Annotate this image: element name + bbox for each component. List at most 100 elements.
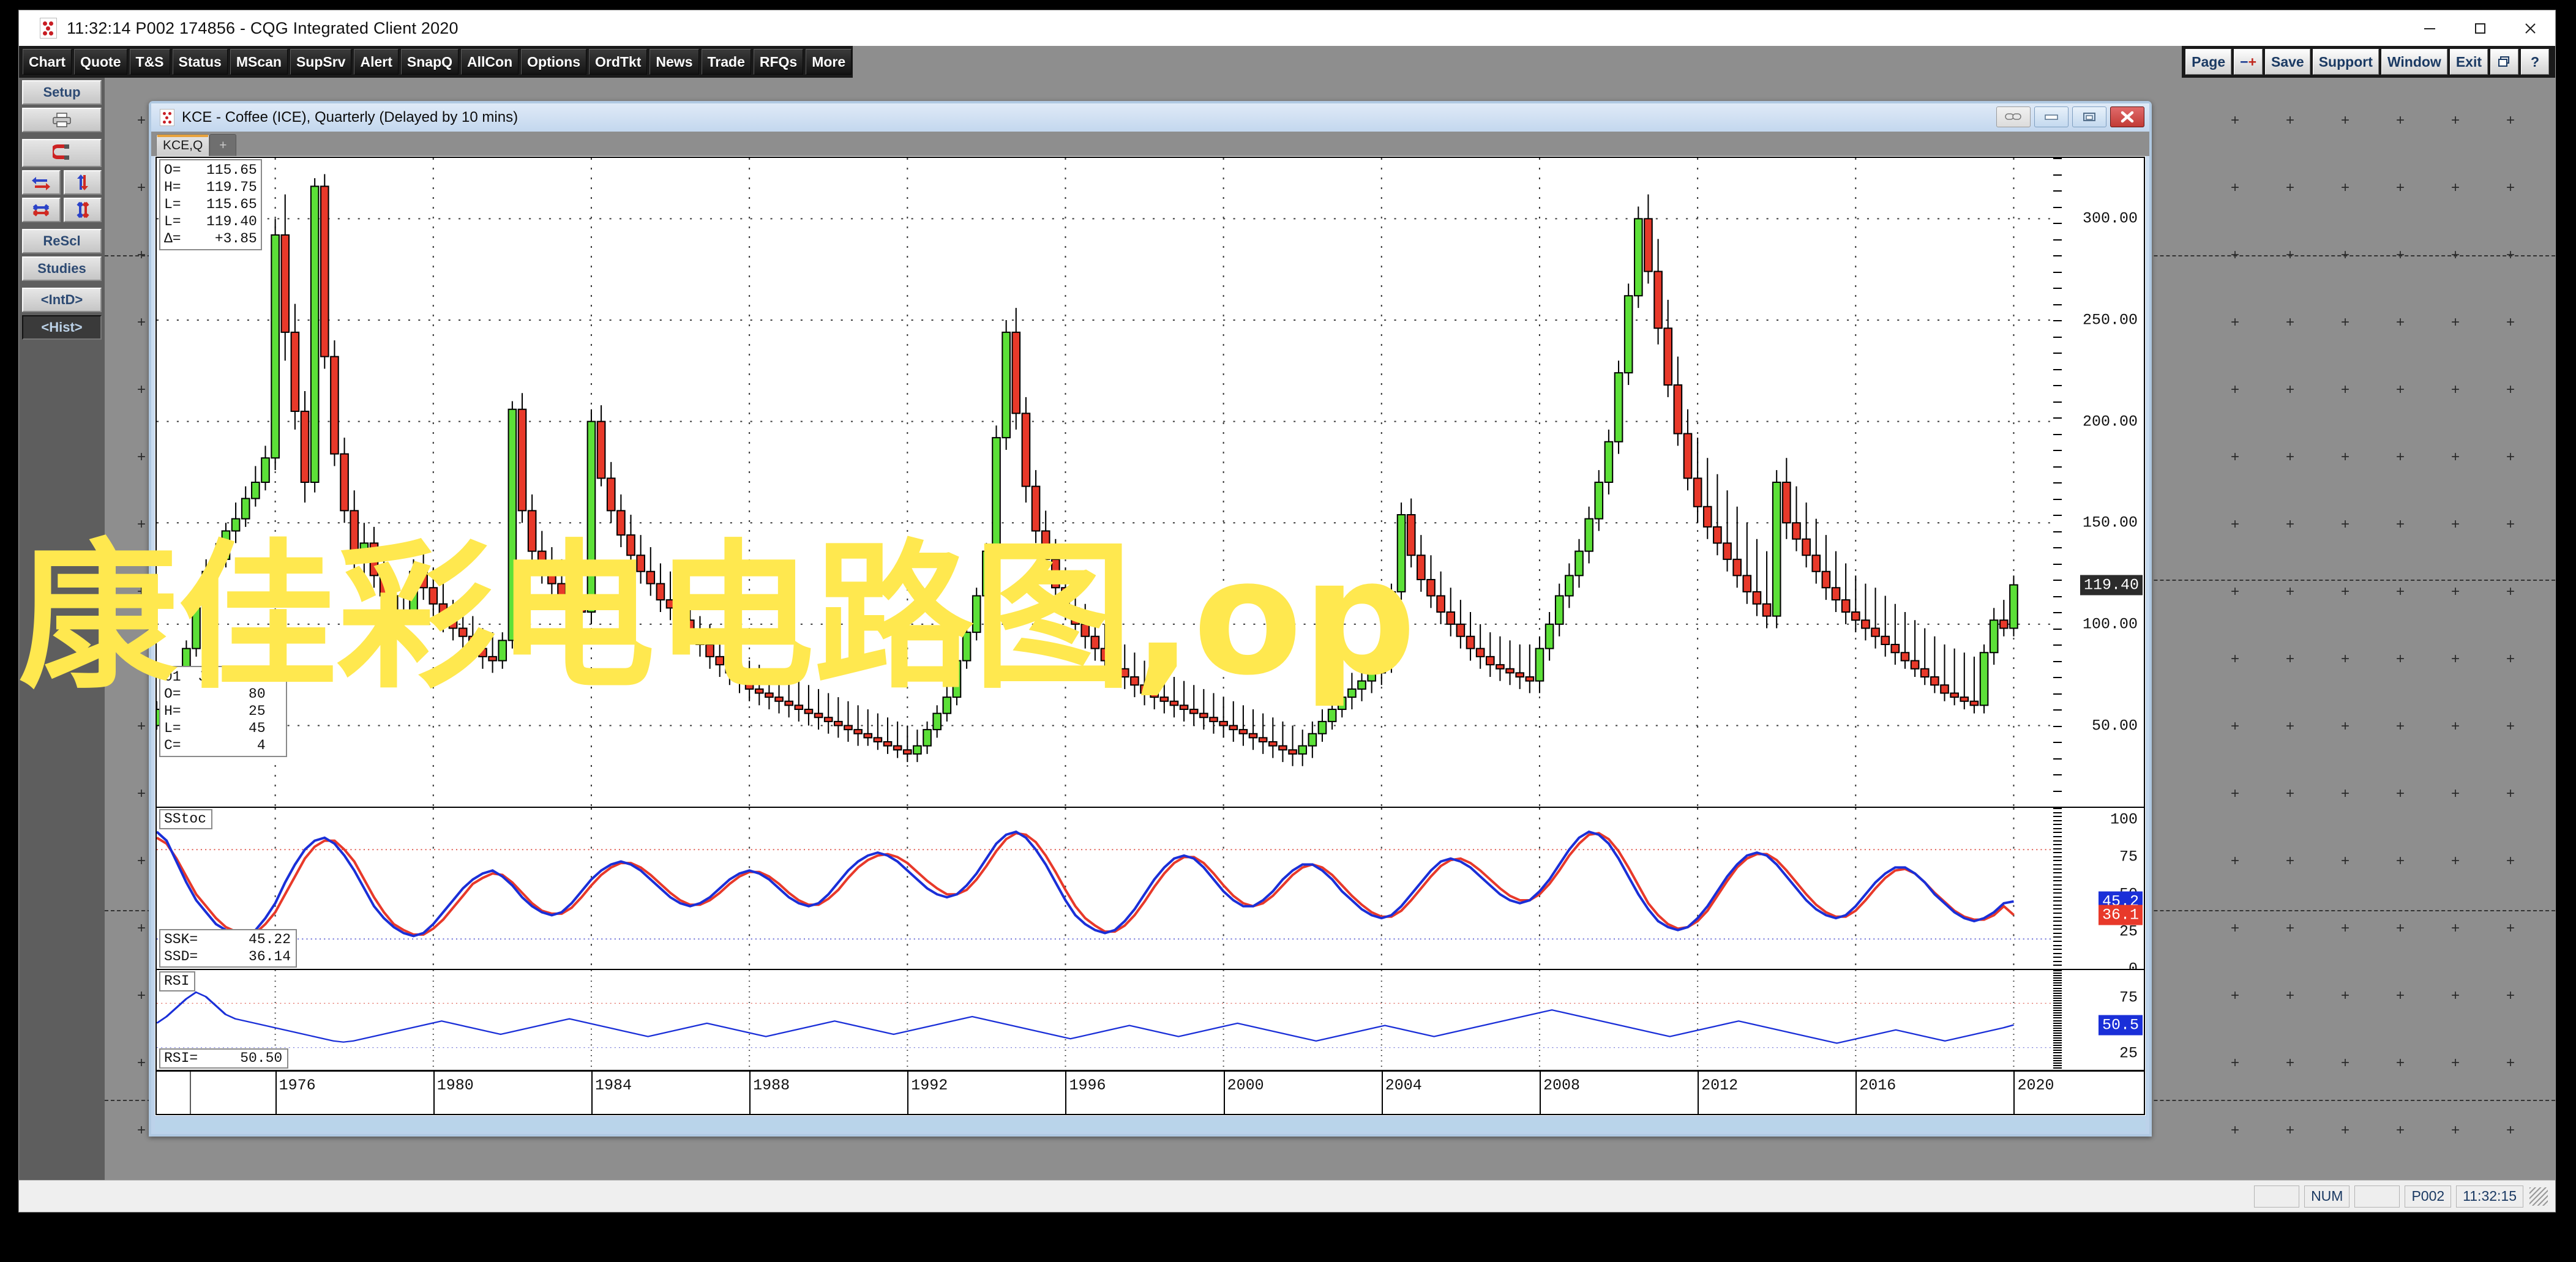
workspace-grid-mark: + xyxy=(2506,920,2515,936)
sidebar-item-shift-vertical[interactable] xyxy=(63,170,102,195)
toolbar-button-alert[interactable]: Alert xyxy=(354,49,399,75)
workspace-grid-mark: + xyxy=(2230,651,2240,667)
workspace-grid-mark: + xyxy=(2285,651,2295,667)
sidebar-item-rescale[interactable]: ReScl xyxy=(22,229,102,253)
y-axis-tick xyxy=(2053,888,2062,890)
chart-horizontal-scrollbar[interactable] xyxy=(155,1119,2146,1132)
maximize-icon[interactable] xyxy=(2455,10,2505,46)
workspace-grid-mark: + xyxy=(2395,1055,2405,1071)
workspace-grid-mark: + xyxy=(2340,583,2350,600)
toolbar-button-rfqs[interactable]: RFQs xyxy=(753,49,804,75)
x-axis-label: 2004 xyxy=(1385,1076,1422,1094)
y-axis-tick xyxy=(2053,892,2062,894)
toolbar-button-allcon[interactable]: AllCon xyxy=(461,49,519,75)
stochastic-line-chart xyxy=(157,808,2053,969)
minimize-icon[interactable] xyxy=(2405,10,2455,46)
y-axis-tick xyxy=(2053,852,2062,854)
price-y-axis[interactable]: 50.00 100.00 150.00 200.00 250.00 300.00 119.4… xyxy=(2053,158,2144,808)
close-icon[interactable] xyxy=(2110,106,2144,127)
workspace-grid-mark: + xyxy=(137,785,146,802)
y-axis-tick xyxy=(2053,960,2062,962)
toolbar-button-support[interactable]: Support xyxy=(2312,49,2379,75)
chart-window-buttons xyxy=(1996,106,2144,127)
chart-tool-sidebar: Setup ReScl Studies <IntD> <Hist> xyxy=(19,78,105,1180)
sidebar-item-intraday[interactable]: <IntD> xyxy=(22,288,102,312)
toolbar-button-help-icon[interactable]: ? xyxy=(2521,49,2549,75)
stochastic-y-axis[interactable]: 025507510045.236.1 xyxy=(2053,807,2144,978)
y-axis-tick xyxy=(2053,824,2062,826)
chart-window-title-bar[interactable]: KCE - Coffee (ICE), Quarterly (Delayed b… xyxy=(151,103,2149,132)
workspace-grid-mark: + xyxy=(2451,1122,2460,1138)
y-axis-tick xyxy=(2053,482,2062,484)
sidebar-item-setup[interactable]: Setup xyxy=(22,80,102,105)
sidebar-item-studies[interactable]: Studies xyxy=(22,256,102,281)
toolbar-button-t-s[interactable]: T&S xyxy=(129,49,170,75)
y-axis-tick xyxy=(2053,944,2062,946)
y-axis-tick xyxy=(2053,982,2062,984)
toolbar-button-supsrv[interactable]: SupSrv xyxy=(290,49,352,75)
toolbar-button-page-step[interactable]: − + xyxy=(2234,49,2263,75)
rsi-pane[interactable]: RSI RSI= 50.50 xyxy=(157,969,2053,1070)
tab-kce-q[interactable]: KCE,Q xyxy=(156,134,210,156)
stochastic-pane[interactable]: SStoc SSK= 45.22 SSD= 36.14 xyxy=(157,807,2053,969)
workspace-grid-mark: + xyxy=(2285,516,2295,532)
y-axis-tick xyxy=(2053,990,2062,991)
toolbar-button-restore-icon[interactable] xyxy=(2490,49,2518,75)
workspace-grid-mark: + xyxy=(2506,583,2515,600)
toolbar-button-options[interactable]: Options xyxy=(521,49,587,75)
y-axis-label: 150.00 xyxy=(2082,513,2138,532)
toolbar-button-quote[interactable]: Quote xyxy=(74,49,127,75)
toolbar-button-trade[interactable]: Trade xyxy=(701,49,751,75)
y-axis-tick xyxy=(2053,320,2062,321)
sidebar-item-magnet[interactable] xyxy=(22,139,102,167)
rsi-y-axis[interactable]: 25507550.5 xyxy=(2053,969,2144,1071)
sidebar-item-historical[interactable]: <Hist> xyxy=(22,315,102,340)
toolbar-button-save[interactable]: Save xyxy=(2265,49,2310,75)
y-axis-tick xyxy=(2053,1045,2062,1047)
y-axis-tick xyxy=(2053,900,2062,902)
price-pane[interactable]: O= 115.65 H= 119.75 L= 115.65 L= 119.40 … xyxy=(157,158,2053,807)
toolbar-button-mscan[interactable]: MScan xyxy=(230,49,288,75)
y-axis-tick xyxy=(2053,1052,2062,1054)
add-tab-button[interactable]: + xyxy=(209,134,237,156)
close-icon[interactable] xyxy=(2505,10,2555,46)
resize-grip-icon[interactable] xyxy=(2529,1187,2548,1206)
toolbar-button-window[interactable]: Window xyxy=(2381,49,2447,75)
sidebar-item-expand[interactable] xyxy=(63,198,102,222)
y-axis-tick xyxy=(2053,936,2062,938)
y-axis-tick xyxy=(2053,466,2062,468)
toolbar-button-more[interactable]: More xyxy=(806,49,852,75)
y-axis-tick xyxy=(2053,433,2062,435)
y-axis-tick xyxy=(2053,836,2062,838)
toolbar-button-page[interactable]: Page xyxy=(2185,49,2232,75)
toolbar-button-snapq[interactable]: SnapQ xyxy=(400,49,459,75)
y-axis-tick xyxy=(2053,1002,2062,1004)
workspace-grid-mark: + xyxy=(2451,987,2460,1004)
sidebar-item-collapse[interactable] xyxy=(22,198,61,222)
toolbar-button-ordtkt[interactable]: OrdTkt xyxy=(589,49,648,75)
y-axis-tick xyxy=(2053,992,2062,994)
sidebar-item-print[interactable] xyxy=(22,108,102,132)
y-axis-label: 200.00 xyxy=(2082,413,2138,431)
link-icon[interactable] xyxy=(1996,106,2031,127)
y-axis-tick xyxy=(2053,985,2062,987)
workspace-grid-mark: + xyxy=(137,853,146,869)
y-axis-label: 25 xyxy=(2119,922,2138,941)
y-axis-tick xyxy=(2053,515,2062,516)
y-axis-tick xyxy=(2053,987,2062,989)
toolbar-button-exit[interactable]: Exit xyxy=(2449,49,2488,75)
y-axis-tick xyxy=(2053,904,2062,906)
sidebar-item-shift-horizontal[interactable] xyxy=(22,170,61,195)
restore-icon[interactable] xyxy=(2072,106,2106,127)
y-axis-tick xyxy=(2053,774,2062,775)
toolbar-button-status[interactable]: Status xyxy=(172,49,228,75)
workspace-grid-mark: + xyxy=(2395,381,2405,398)
toolbar-button-news[interactable]: News xyxy=(650,49,699,75)
workspace-grid-mark: + xyxy=(2285,785,2295,802)
minimize-icon[interactable] xyxy=(2034,106,2069,127)
toolbar-button-chart[interactable]: Chart xyxy=(23,49,72,75)
workspace-grid-mark: + xyxy=(2285,718,2295,734)
y-axis-tick xyxy=(2053,158,2062,159)
application-window: 11:32:14 P002 174856 - CQG Integrated Cl… xyxy=(18,10,2556,1212)
price-candlestick-chart xyxy=(157,158,2053,807)
